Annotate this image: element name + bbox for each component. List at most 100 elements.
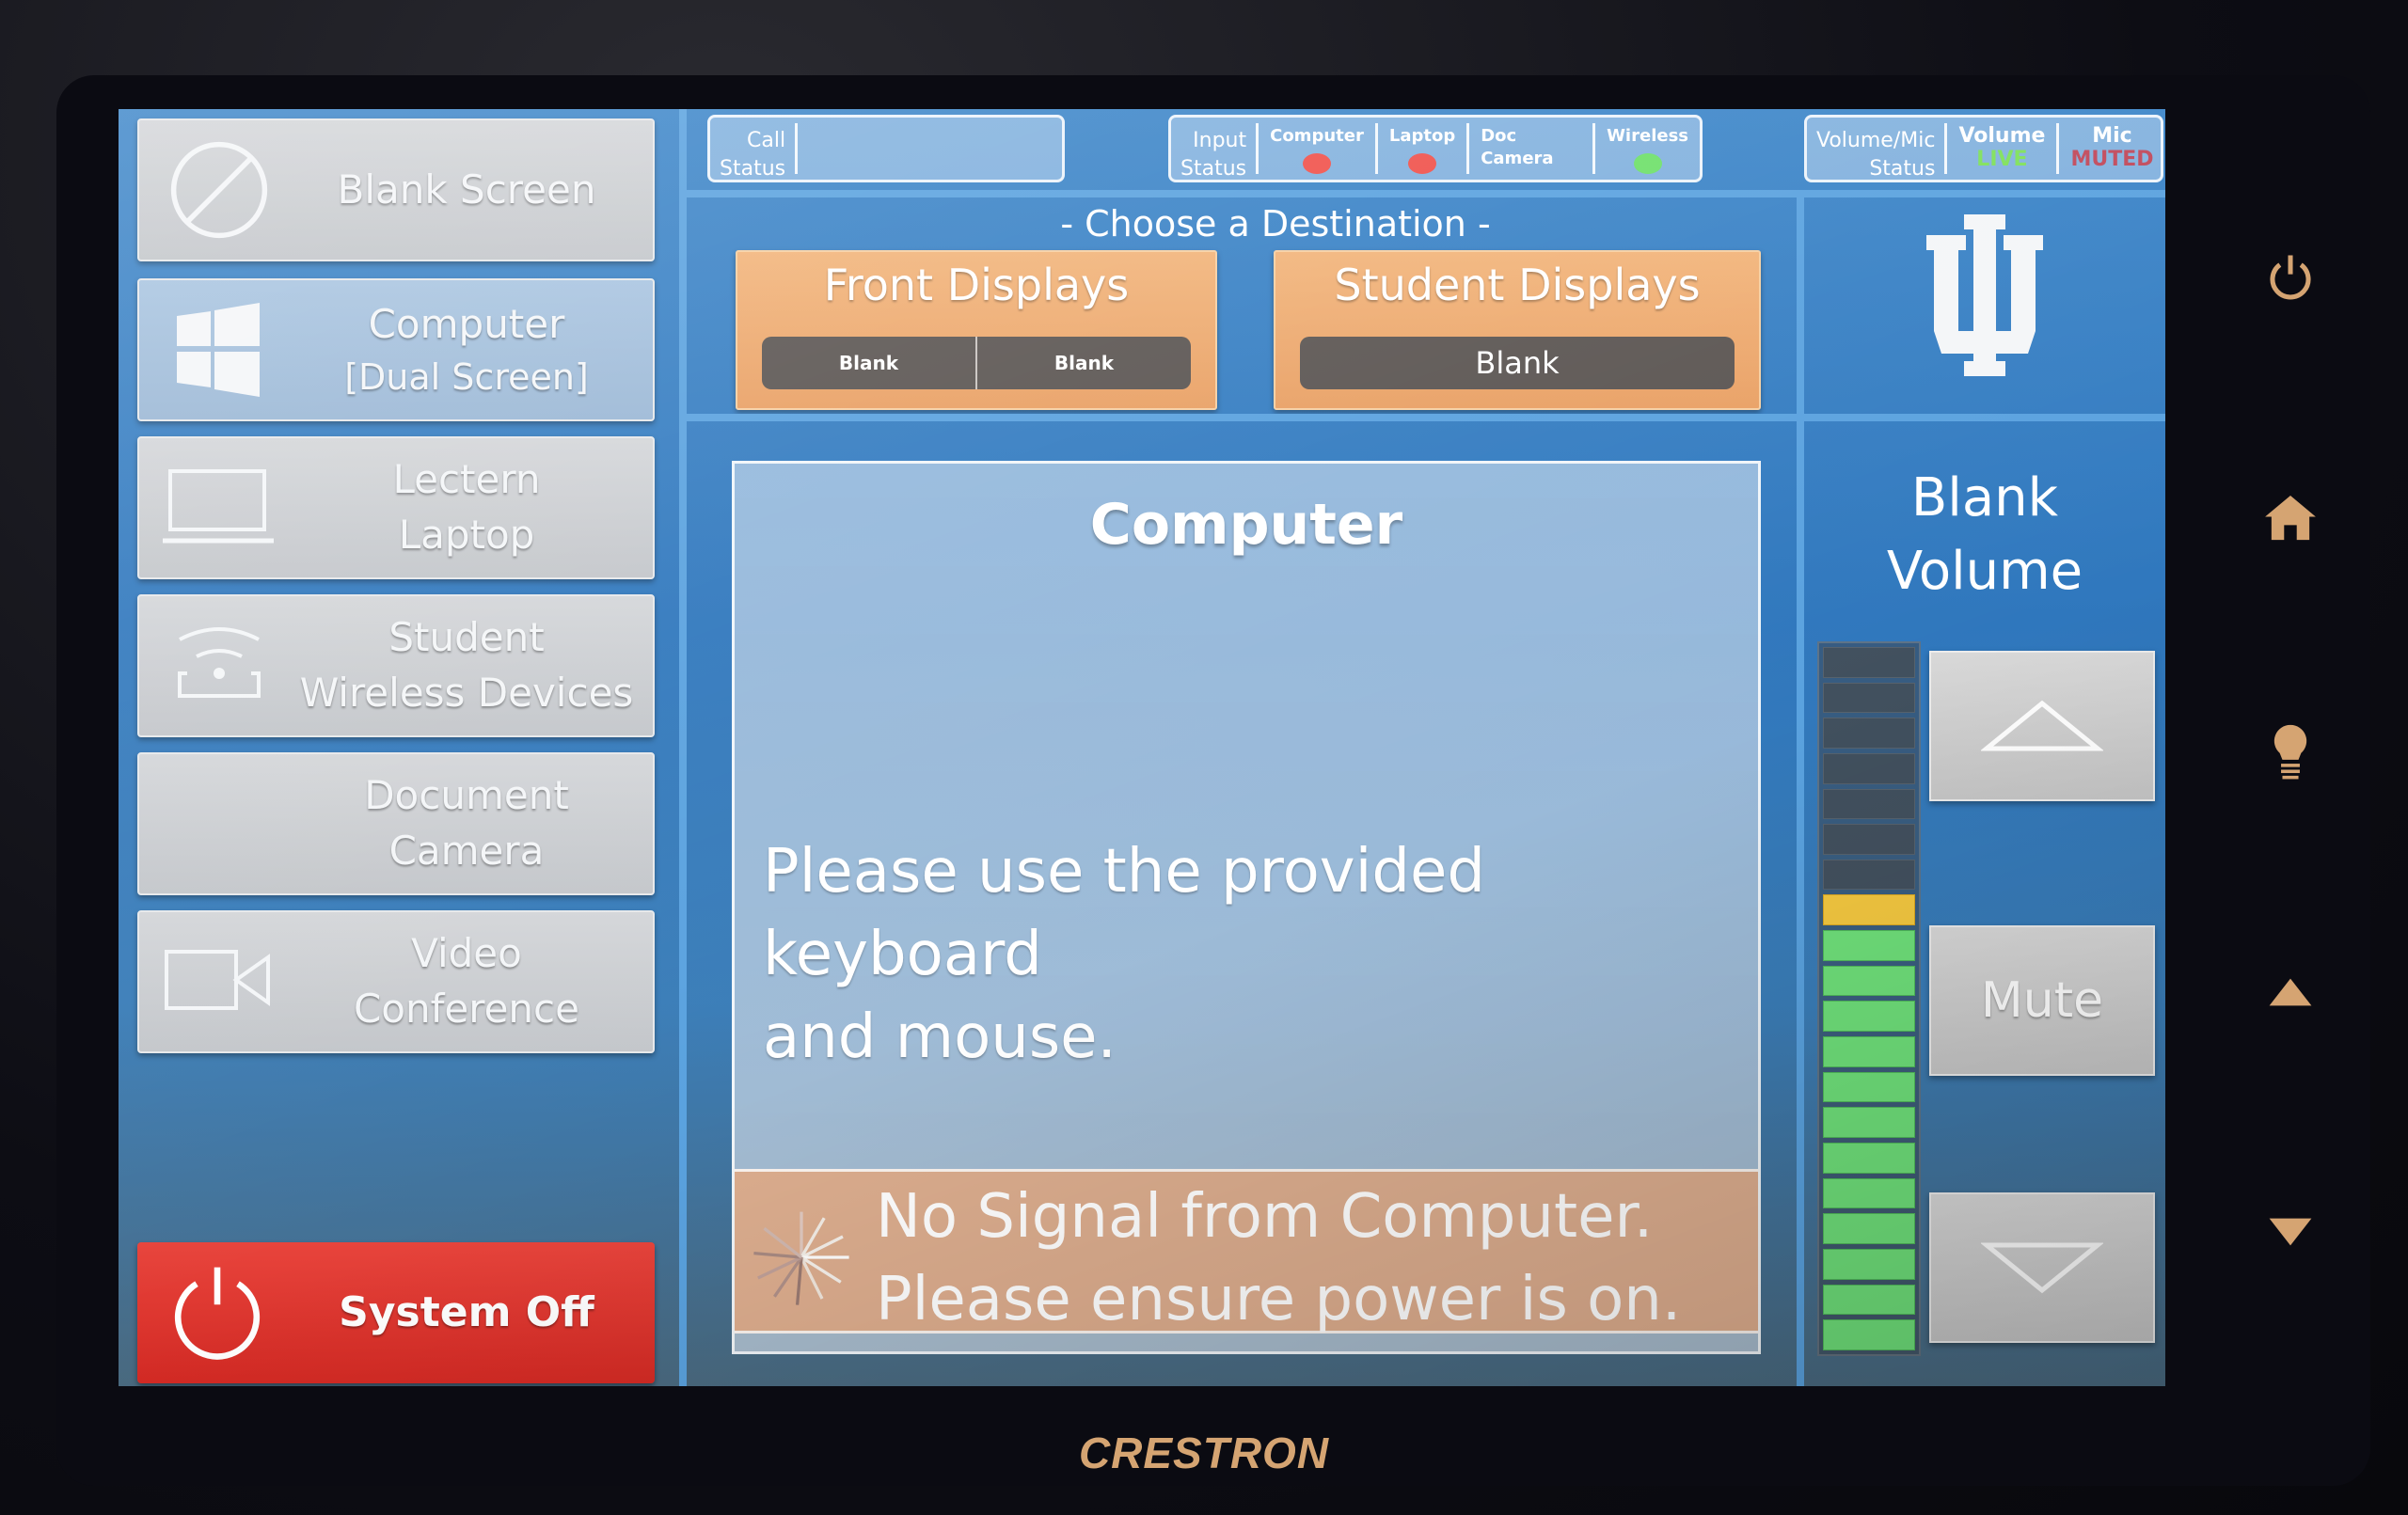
volume-down-button[interactable] [1929, 1192, 2155, 1343]
hardware-home-button[interactable] [2258, 484, 2323, 550]
source-label: Lectern Laptop [299, 452, 653, 563]
destination-student-displays-button[interactable]: Student Displays Blank [1274, 250, 1761, 410]
source-label-line1: Student [388, 614, 545, 661]
meter-segment [1823, 1213, 1915, 1245]
meter-segment [1823, 646, 1915, 678]
meter-segment [1823, 1071, 1915, 1103]
touch-screen: Blank Screen Computer [Dual Screen] Lect… [119, 109, 2165, 1386]
meter-segment [1823, 859, 1915, 891]
student-blank-button[interactable]: Blank [1300, 337, 1735, 389]
input-label: Laptop [1388, 126, 1456, 146]
meter-segment [1823, 1001, 1915, 1033]
meter-segment [1823, 1036, 1915, 1067]
source-lectern-laptop-button[interactable]: Lectern Laptop [137, 436, 655, 579]
mute-label: Mute [1980, 972, 2104, 1029]
hardware-power-button[interactable] [2258, 245, 2323, 310]
volume-mic-status-caption: Volume/Mic Status [1807, 123, 1948, 181]
home-icon [2265, 496, 2316, 541]
destination-front-displays-button[interactable]: Front Displays Blank Blank [736, 250, 1217, 410]
source-info-title: Computer [1089, 492, 1403, 558]
triangle-down-icon [1981, 1242, 2103, 1294]
source-blank-screen-button[interactable]: Blank Screen [137, 118, 655, 261]
no-signal-banner: No Signal from Computer. Please ensure p… [735, 1169, 1758, 1334]
call-status-caption: Call Status [710, 123, 799, 181]
meter-segment [1823, 1249, 1915, 1280]
input-status-caption: Input Status [1171, 123, 1259, 181]
meter-segment [1823, 965, 1915, 997]
source-label: Video Conference [299, 926, 653, 1037]
mic-status-label: Mic [2092, 124, 2132, 148]
mute-button[interactable]: Mute [1929, 925, 2155, 1076]
source-label-line1: Computer [368, 301, 565, 347]
input-status-wireless: Wireless [1595, 123, 1700, 174]
input-label: Doc Camera [1481, 126, 1554, 168]
destination-label: Student Displays [1334, 260, 1701, 310]
meter-segment [1823, 718, 1915, 749]
power-icon [137, 1242, 297, 1383]
source-student-wireless-button[interactable]: Student Wireless Devices [137, 594, 655, 737]
power-icon [2270, 255, 2311, 300]
destination-title: - Choose a Destination - [1060, 203, 1491, 245]
status-dot-red [1408, 153, 1437, 174]
lightbulb-icon [2273, 724, 2307, 780]
triangle-up-icon [1981, 700, 2103, 751]
source-label-line2: Conference [353, 986, 579, 1032]
source-video-conference-button[interactable]: Video Conference [137, 910, 655, 1053]
windows-icon [139, 280, 299, 419]
blank-volume-label[interactable]: Blank Volume [1804, 462, 2165, 608]
document-camera-icon-placeholder [139, 754, 299, 893]
volume-status-label: Volume [1958, 124, 2046, 148]
meter-segment [1823, 824, 1915, 855]
input-label: Wireless [1607, 126, 1688, 146]
source-label: Document Camera [299, 768, 653, 879]
source-label: Computer [Dual Screen] [299, 297, 653, 402]
arrow-up-icon [2269, 978, 2312, 1006]
meter-segment [1823, 930, 1915, 961]
source-label-line2: Camera [388, 828, 545, 874]
right-column-divider [1797, 190, 1804, 1386]
volume-up-button[interactable] [1929, 651, 2155, 801]
source-document-camera-button[interactable]: Document Camera [137, 752, 655, 895]
volume-status-value: LIVE [1976, 148, 2028, 171]
source-instructions: Please use the provided keyboard and mou… [763, 837, 1485, 1072]
input-status-doc-camera: Doc Camera [1469, 123, 1596, 174]
volume-mic-status-box: Volume/Mic Status Volume LIVE Mic MUTED [1804, 115, 2163, 182]
call-status-box: Call Status [707, 115, 1065, 182]
meter-segment [1823, 682, 1915, 714]
video-camera-icon [139, 912, 299, 1051]
source-label-line1: Document [364, 772, 569, 819]
meter-segment [1823, 1107, 1915, 1139]
source-label: Blank Screen [337, 166, 596, 213]
student-blank-bar: Blank [1300, 337, 1735, 389]
input-status-box: Input Status Computer Laptop Doc Camera … [1168, 115, 1703, 182]
mic-status-value: MUTED [2070, 148, 2154, 171]
source-label-line1: Video [411, 930, 522, 977]
source-label: Student Wireless Devices [299, 610, 653, 721]
hardware-up-button[interactable] [2258, 959, 2323, 1025]
mic-status: Mic MUTED [2059, 123, 2164, 174]
meter-segment [1823, 788, 1915, 820]
source-label-line1: Lectern [392, 456, 541, 503]
system-off-button[interactable]: System Off [137, 1242, 655, 1383]
status-dot-green [1633, 153, 1662, 174]
destination-divider [687, 414, 1797, 421]
logo-divider [1804, 414, 2165, 421]
meter-segment [1823, 1319, 1915, 1350]
hardware-lights-button[interactable] [2258, 719, 2323, 785]
front-blank-right-button[interactable]: Blank [975, 337, 1191, 389]
input-status-laptop: Laptop [1378, 123, 1470, 174]
iu-logo [1804, 197, 2165, 414]
laptop-icon [139, 438, 299, 577]
front-blank-left-button[interactable]: Blank [762, 337, 975, 389]
input-status-computer: Computer [1259, 123, 1378, 174]
crestron-logo: CRESTRON [1078, 1428, 1330, 1477]
call-status-value [798, 118, 1062, 180]
status-dot-red [1302, 153, 1331, 174]
meter-segment [1823, 1143, 1915, 1174]
blank-circle-icon [139, 120, 299, 260]
destination-label: Front Displays [823, 260, 1130, 310]
meter-segment [1823, 1284, 1915, 1316]
hardware-down-button[interactable] [2258, 1199, 2323, 1265]
column-divider [679, 109, 687, 1386]
source-computer-button[interactable]: Computer [Dual Screen] [137, 278, 655, 421]
